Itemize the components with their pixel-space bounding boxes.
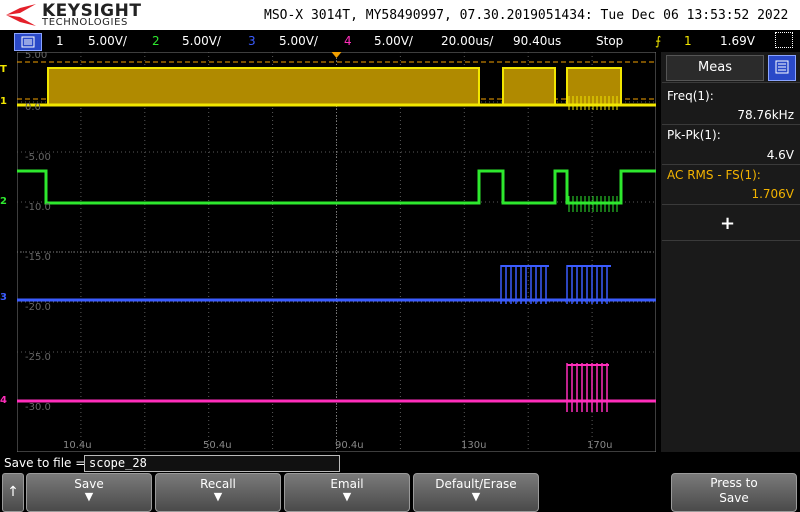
- down-arrow-icon: ▼: [213, 490, 223, 503]
- x-axis-label: 130u: [461, 440, 486, 451]
- x-axis-label: 90.4u: [335, 440, 364, 451]
- meas-divider: [662, 204, 800, 205]
- ch1-ground-marker[interactable]: 1: [0, 96, 16, 110]
- trigger-edge-icon: ⨍: [655, 34, 662, 48]
- ch2-ground-marker[interactable]: 2: [0, 196, 7, 207]
- brand-subtitle: TECHNOLOGIES: [42, 17, 128, 28]
- down-arrow-icon: ▼: [342, 490, 352, 503]
- waveform-display[interactable]: 5.00 0.0 -5.00 -10.0 -15.0 -20.0 -25.0 -30.0 10…: [16, 50, 657, 453]
- ch4-scale[interactable]: 5.00V/: [374, 34, 413, 48]
- meas-menu-icon[interactable]: [768, 55, 796, 81]
- save-filename-field[interactable]: scope_28: [84, 455, 340, 472]
- recall-softkey[interactable]: Recall ▼: [155, 473, 281, 512]
- down-arrow-icon: ▼: [471, 490, 481, 503]
- press-to-save-button[interactable]: Press to Save: [671, 473, 797, 512]
- press-to-save-line1: Press to: [710, 476, 758, 490]
- freq-value: 78.76kHz: [737, 108, 794, 122]
- save-softkey[interactable]: Save ▼: [26, 473, 152, 512]
- save-status-bar: Save to file = scope_28: [0, 453, 800, 473]
- ch1-number[interactable]: 1: [56, 34, 64, 48]
- email-softkey-label: Email: [330, 477, 364, 491]
- acrms-label: AC RMS - FS(1):: [667, 168, 761, 182]
- ch4-ground-marker[interactable]: 4: [0, 395, 7, 406]
- y-axis-label: 5.00: [25, 52, 47, 61]
- save-softkey-label: Save: [74, 477, 104, 491]
- pkpk-label: Pk-Pk(1):: [667, 128, 721, 142]
- freq-label: Freq(1):: [667, 89, 714, 103]
- title-bar: KEYSIGHT TECHNOLOGIES MSO-X 3014T, MY584…: [0, 0, 800, 30]
- ch3-number[interactable]: 3: [248, 34, 256, 48]
- save-to-file-label: Save to file =: [4, 456, 86, 470]
- ch3-ground-marker[interactable]: 3: [0, 292, 7, 303]
- meas-divider: [662, 82, 800, 83]
- y-axis-label: -15.0: [25, 252, 51, 263]
- y-axis-label: -5.00: [25, 152, 51, 163]
- x-axis-label: 50.4u: [203, 440, 232, 451]
- pkpk-value: 4.6V: [766, 148, 794, 162]
- ch1-scale[interactable]: 5.00V/: [88, 34, 127, 48]
- meas-divider: [662, 124, 800, 125]
- y-axis-label: -30.0: [25, 402, 51, 413]
- keysight-logo-icon: [6, 4, 36, 26]
- press-to-save-line2: Save: [719, 491, 749, 505]
- screen-capture-icon[interactable]: [775, 32, 793, 48]
- y-axis-label: 0.0: [25, 102, 41, 113]
- x-axis-label: 10.4u: [63, 440, 92, 451]
- y-axis-label: -20.0: [25, 302, 51, 313]
- timebase-delay[interactable]: 90.40us: [513, 34, 561, 48]
- up-arrow-icon: ↑: [7, 484, 19, 500]
- email-softkey[interactable]: Email ▼: [284, 473, 410, 512]
- default-erase-softkey[interactable]: Default/Erase ▼: [413, 473, 539, 512]
- x-axis-label: 170u: [587, 440, 612, 451]
- ch1-burst-block: [47, 67, 480, 106]
- instrument-info: MSO-X 3014T, MY58490997, 07.30.201905143…: [264, 8, 789, 23]
- ch4-number[interactable]: 4: [344, 34, 352, 48]
- main-menu-button[interactable]: [14, 33, 42, 51]
- recall-softkey-label: Recall: [200, 477, 236, 491]
- ch3-scale[interactable]: 5.00V/: [279, 34, 318, 48]
- trigger-channel[interactable]: 1: [684, 34, 692, 48]
- back-up-button[interactable]: ↑: [2, 473, 24, 512]
- timebase-scale[interactable]: 20.00us/: [441, 34, 493, 48]
- down-arrow-icon: ▼: [84, 490, 94, 503]
- y-axis-label: -25.0: [25, 352, 51, 363]
- add-measurement-button[interactable]: +: [720, 213, 735, 234]
- meas-divider: [662, 240, 800, 241]
- default-erase-softkey-label: Default/Erase: [435, 477, 517, 491]
- ch1-burst-block: [502, 67, 556, 106]
- channel-status-bar: 1 5.00V/ 2 5.00V/ 3 5.00V/ 4 5.00V/ 20.0…: [0, 31, 800, 51]
- meas-divider: [662, 164, 800, 165]
- acrms-value: 1.706V: [751, 187, 794, 201]
- ch2-scale[interactable]: 5.00V/: [182, 34, 221, 48]
- run-state[interactable]: Stop: [596, 34, 623, 48]
- waveform-graticule: 5.00 0.0 -5.00 -10.0 -15.0 -20.0 -25.0 -30.0 10…: [16, 50, 657, 453]
- meas-tab[interactable]: Meas: [666, 55, 764, 81]
- trigger-level-marker[interactable]: T: [0, 64, 7, 75]
- trigger-level[interactable]: 1.69V: [720, 34, 755, 48]
- y-axis-label: -10.0: [25, 202, 51, 213]
- ch2-number[interactable]: 2: [152, 34, 160, 48]
